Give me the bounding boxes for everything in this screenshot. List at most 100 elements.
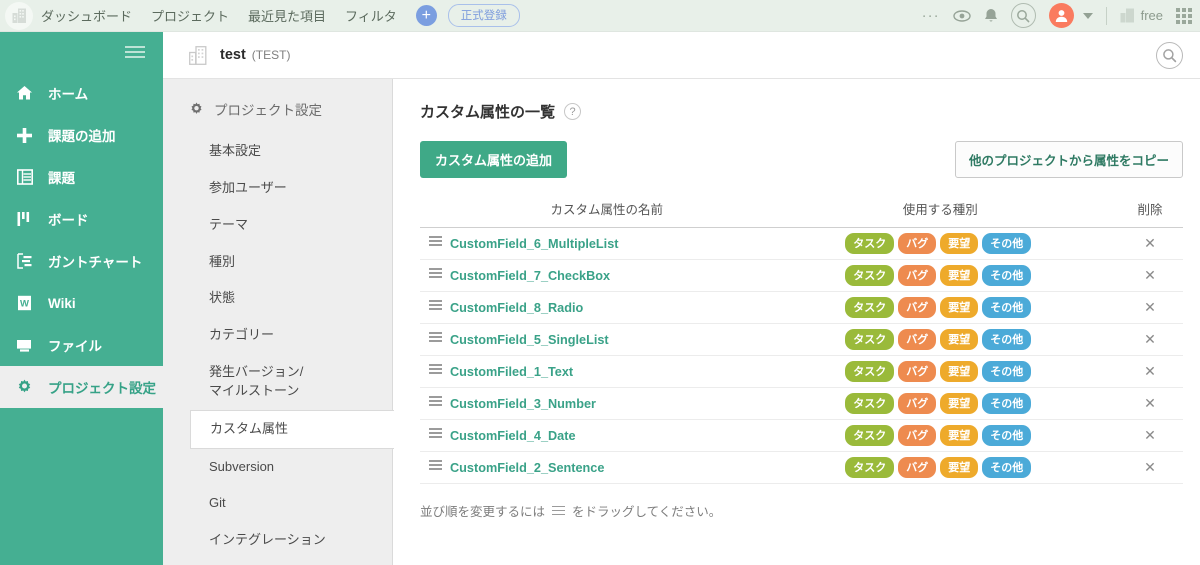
issue-type-tag[interactable]: バグ [898,457,937,478]
subnav-item-subversion[interactable]: Subversion [163,449,392,486]
issue-type-tag[interactable]: バグ [898,329,937,350]
issue-type-tag[interactable]: バグ [898,425,937,446]
add-custom-field-button[interactable]: カスタム属性の追加 [420,141,568,178]
global-nav-filter[interactable]: フィルタ [345,6,397,25]
issue-type-tag[interactable]: 要望 [940,361,979,382]
issue-type-tag[interactable]: その他 [982,361,1032,382]
sidebar-toggle-hamburger-icon[interactable] [0,32,163,72]
delete-close-icon[interactable]: ✕ [1144,364,1156,378]
subnav-item-issue-types[interactable]: 種別 [163,244,392,281]
subnav-item-theme[interactable]: テーマ [163,207,392,244]
custom-field-name-link[interactable]: CustomField_3_Number [450,397,596,411]
issue-type-tag[interactable]: 要望 [940,265,979,286]
copy-from-other-project-button[interactable]: 他のプロジェクトから属性をコピー [954,141,1183,178]
delete-close-icon[interactable]: ✕ [1144,428,1156,442]
delete-close-icon[interactable]: ✕ [1144,300,1156,314]
subnav-item-git[interactable]: Git [163,485,392,522]
delete-close-icon[interactable]: ✕ [1144,332,1156,346]
issue-type-tag[interactable]: 要望 [940,393,979,414]
global-nav-dashboard[interactable]: ダッシュボード [41,6,132,25]
issue-type-tag[interactable]: その他 [982,329,1032,350]
row-drag-handle-cell[interactable] [420,451,450,484]
issue-type-tag[interactable]: その他 [982,233,1032,254]
delete-close-icon[interactable]: ✕ [1144,460,1156,474]
issue-type-tag[interactable]: タスク [845,361,895,382]
chevron-down-icon[interactable] [1082,12,1093,19]
row-drag-handle-cell[interactable] [420,259,450,292]
subnav-item-statuses[interactable]: 状態 [163,280,392,317]
project-search-icon[interactable] [1156,41,1183,69]
issue-type-tag[interactable]: バグ [898,393,937,414]
delete-close-icon[interactable]: ✕ [1144,236,1156,250]
issue-type-tag[interactable]: タスク [845,233,895,254]
drag-handle-icon[interactable] [428,394,442,409]
sidebar-item-issues[interactable]: 課題 [0,156,163,198]
custom-field-name-link[interactable]: CustomField_8_Radio [450,301,583,315]
subnav-item-categories[interactable]: カテゴリー [163,317,392,354]
subnav-item-custom-fields[interactable]: カスタム属性 [190,409,394,449]
delete-close-icon[interactable]: ✕ [1144,268,1156,282]
eye-icon[interactable] [952,9,971,22]
global-nav-project[interactable]: プロジェクト [151,6,229,25]
drag-handle-icon[interactable] [428,426,442,441]
issue-type-tag[interactable]: タスク [845,425,895,446]
register-badge[interactable]: 正式登録 [447,4,520,27]
issue-type-tag[interactable]: バグ [898,265,937,286]
issue-type-tag[interactable]: タスク [845,393,895,414]
sidebar-item-gantt-chart[interactable]: ガントチャート [0,240,163,282]
issue-type-tag[interactable]: バグ [898,297,937,318]
issue-type-tag[interactable]: その他 [982,393,1032,414]
grid-apps-icon[interactable] [1176,7,1192,24]
help-question-mark-icon[interactable]: ? [564,103,582,120]
sidebar-item-files[interactable]: ファイル [0,324,163,366]
issue-type-tag[interactable]: タスク [845,297,895,318]
issue-type-tag[interactable]: その他 [982,265,1032,286]
custom-field-name-link[interactable]: CustomField_2_Sentence [450,461,604,475]
row-drag-handle-cell[interactable] [420,323,450,356]
subnav-item-members[interactable]: 参加ユーザー [163,170,392,207]
drag-handle-icon[interactable] [428,234,442,249]
bell-icon[interactable] [984,8,998,24]
delete-close-icon[interactable]: ✕ [1144,396,1156,410]
row-drag-handle-cell[interactable] [420,355,450,388]
issue-type-tag[interactable]: バグ [898,361,937,382]
drag-handle-icon[interactable] [428,458,442,473]
issue-type-tag[interactable]: タスク [845,265,895,286]
subnav-item-basic-settings[interactable]: 基本設定 [163,133,392,170]
issue-type-tag[interactable]: 要望 [940,297,979,318]
sidebar-item-board[interactable]: ボード [0,198,163,240]
sidebar-item-wiki[interactable]: W Wiki [0,282,163,324]
issue-type-tag[interactable]: その他 [982,297,1032,318]
custom-field-name-link[interactable]: CustomField_4_Date [450,429,576,443]
issue-type-tag[interactable]: タスク [845,457,895,478]
sidebar-item-project-settings[interactable]: プロジェクト設定 [0,366,163,408]
global-nav-recent[interactable]: 最近見た項目 [248,6,326,25]
sidebar-item-home[interactable]: ホーム [0,72,163,114]
plan-indicator[interactable]: free [1120,8,1163,23]
custom-field-name-link[interactable]: CustomField_6_MultipleList [450,237,618,251]
sidebar-item-add-issue[interactable]: 課題の追加 [0,114,163,156]
subnav-item-versions-milestones[interactable]: 発生バージョン/ マイルストーン [163,354,392,410]
drag-handle-icon[interactable] [428,298,442,313]
row-drag-handle-cell[interactable] [420,387,450,420]
issue-type-tag[interactable]: タスク [845,329,895,350]
custom-field-name-link[interactable]: CustomFiled_1_Text [450,365,573,379]
user-avatar[interactable] [1048,3,1074,28]
row-drag-handle-cell[interactable] [420,419,450,452]
row-drag-handle-cell[interactable] [420,227,450,260]
issue-type-tag[interactable]: その他 [982,425,1032,446]
row-drag-handle-cell[interactable] [420,291,450,324]
subnav-item-integration[interactable]: インテグレーション [163,522,392,559]
add-button[interactable]: + [415,5,437,26]
issue-type-tag[interactable]: 要望 [940,457,979,478]
issue-type-tag[interactable]: 要望 [940,233,979,254]
more-horizontal-icon[interactable]: ··· [922,7,940,24]
issue-type-tag[interactable]: その他 [982,457,1032,478]
drag-handle-icon[interactable] [428,266,442,281]
backlog-logo-icon[interactable] [5,1,33,30]
issue-type-tag[interactable]: 要望 [940,329,979,350]
project-name[interactable]: test [220,47,246,63]
drag-handle-icon[interactable] [428,330,442,345]
global-search-icon[interactable] [1010,3,1036,28]
custom-field-name-link[interactable]: CustomField_5_SingleList [450,333,609,347]
